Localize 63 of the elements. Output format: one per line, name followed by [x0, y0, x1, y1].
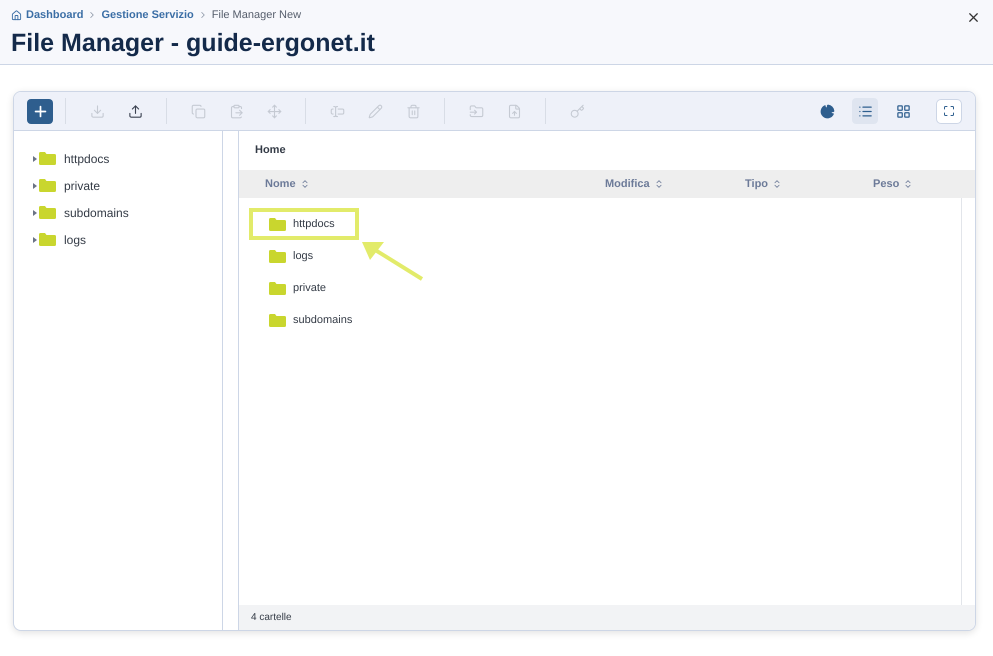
tree-label: private: [64, 178, 100, 194]
text-cursor-icon: [330, 104, 344, 118]
move-icon: [266, 104, 282, 118]
column-header[interactable]: Nome: [265, 176, 605, 192]
expand-caret-icon[interactable]: [33, 210, 37, 216]
trash-icon: [406, 104, 420, 118]
close-button[interactable]: [966, 10, 981, 25]
file-up-icon: [506, 104, 522, 118]
tree-label: logs: [64, 232, 86, 248]
annotation-arrow: [362, 240, 424, 282]
file-row[interactable]: httpdocs: [249, 208, 359, 240]
folder-icon: [39, 206, 56, 219]
tree-label: subdomains: [64, 204, 129, 222]
sort-icon: [903, 179, 914, 189]
copy-icon: [190, 104, 206, 118]
sort-icon: [300, 179, 310, 189]
folder-icon: [39, 152, 56, 165]
folder-icon: [39, 179, 56, 192]
breadcrumb-current: File Manager New: [212, 8, 302, 23]
clipboard-icon: [228, 104, 244, 118]
folder-icon: [269, 282, 286, 294]
list-icon: [858, 104, 872, 118]
column-header[interactable]: Modifica: [605, 176, 745, 192]
file-name: subdomains: [293, 312, 352, 328]
expand-caret-icon[interactable]: [33, 182, 37, 188]
download-icon: [90, 104, 104, 118]
file-name: httpdocs: [293, 216, 335, 232]
expand-caret-icon[interactable]: [33, 236, 37, 242]
grid-icon: [896, 104, 910, 118]
file-name: private: [293, 280, 326, 296]
tree-item[interactable]: httpdocs: [33, 145, 222, 172]
breadcrumb-link[interactable]: Gestione Servizio: [101, 7, 194, 24]
folder-icon: [39, 233, 56, 246]
tree-item[interactable]: logs: [33, 226, 222, 253]
key-icon: [570, 104, 584, 118]
column-header[interactable]: Tipo: [745, 176, 873, 192]
folder-icon: [269, 314, 286, 326]
list-view-button[interactable]: [852, 98, 878, 124]
file-row[interactable]: private: [249, 272, 350, 304]
tree-label: httpdocs: [64, 150, 110, 168]
fullscreen-button[interactable]: [936, 98, 962, 124]
breadcrumb-link[interactable]: Dashboard: [26, 7, 84, 24]
pencil-icon: [368, 104, 382, 118]
status-text: 4 cartelle: [251, 611, 292, 625]
sort-icon: [654, 179, 664, 189]
sort-icon: [772, 179, 782, 189]
file-name: logs: [293, 248, 314, 264]
path-label: Home: [255, 143, 286, 158]
page-title: File Manager - guide-ergonet.it: [11, 28, 376, 58]
folder-icon: [269, 250, 286, 262]
column-header[interactable]: Peso: [873, 176, 914, 192]
expand-icon: [943, 105, 955, 117]
pie-chart-icon: [820, 104, 834, 118]
upload-icon: [128, 104, 142, 118]
folder-icon: [269, 218, 286, 230]
file-row[interactable]: subdomains: [249, 304, 376, 336]
add-button[interactable]: [27, 98, 53, 124]
tree-item[interactable]: subdomains: [33, 199, 222, 226]
file-row[interactable]: logs: [249, 240, 338, 272]
folder-icon: [468, 104, 484, 118]
expand-caret-icon[interactable]: [33, 156, 37, 162]
home-icon: [11, 10, 22, 21]
tree-item[interactable]: private: [33, 172, 222, 199]
